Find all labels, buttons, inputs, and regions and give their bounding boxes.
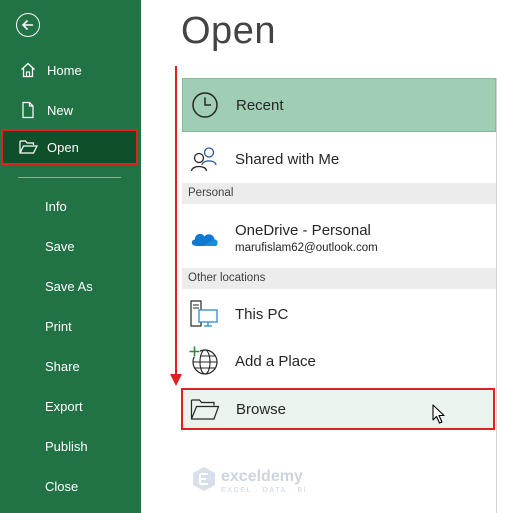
annotation-arrow-line	[175, 66, 177, 378]
browse-button[interactable]: Browse	[181, 388, 495, 430]
sidebar-item-label: Info	[45, 198, 67, 214]
annotation-arrow-head	[170, 374, 182, 386]
sidebar-item-save[interactable]: Save	[0, 228, 141, 264]
shared-with-me-label: Shared with Me	[235, 150, 340, 168]
sidebar-item-label: Home	[47, 62, 82, 78]
exceldemy-watermark: exceldemy EXCEL · DATA · BI	[192, 466, 307, 497]
sidebar-item-share[interactable]: Share	[0, 348, 141, 384]
add-a-place-location[interactable]: Add a Place	[182, 339, 496, 383]
page-title: Open	[181, 10, 276, 52]
onedrive-cloud-icon	[188, 222, 220, 254]
sidebar-item-close[interactable]: Close	[0, 468, 141, 504]
sidebar-item-label: Export	[45, 398, 83, 414]
new-document-icon	[18, 100, 38, 120]
this-pc-location[interactable]: This PC	[182, 292, 496, 336]
this-pc-icon	[188, 298, 220, 330]
sidebar-item-label: New	[47, 102, 74, 118]
sidebar-item-new[interactable]: New	[0, 92, 141, 128]
add-a-place-label: Add a Place	[235, 352, 316, 370]
sidebar-item-home[interactable]: Home	[0, 52, 141, 88]
sidebar-item-label: Publish	[45, 438, 88, 454]
locations-panel-border	[496, 78, 497, 513]
watermark-tagline: EXCEL · DATA · BI	[221, 487, 308, 494]
browse-label: Browse	[236, 400, 287, 418]
other-locations-section-header: Other locations	[182, 268, 496, 289]
sidebar-item-label: Open	[47, 139, 79, 155]
sidebar-item-info[interactable]: Info	[0, 188, 141, 224]
browse-folder-icon	[189, 393, 221, 425]
sidebar-item-export[interactable]: Export	[0, 388, 141, 424]
shared-people-icon	[188, 143, 220, 175]
sidebar-divider	[18, 177, 121, 178]
home-icon	[18, 60, 38, 80]
sidebar-item-publish[interactable]: Publish	[0, 428, 141, 464]
sidebar-item-label: Print	[45, 318, 72, 334]
onedrive-label: OneDrive - Personal	[235, 222, 371, 239]
sidebar-item-label: Close	[45, 478, 79, 494]
sidebar-item-save-as[interactable]: Save As	[0, 268, 141, 304]
open-folder-icon	[18, 137, 38, 157]
shared-with-me-location[interactable]: Shared with Me	[182, 136, 496, 182]
recent-label: Recent	[236, 96, 284, 114]
onedrive-personal-location[interactable]: OneDrive - Personal marufislam62@outlook…	[182, 210, 496, 266]
onedrive-email: marufislam62@outlook.com	[235, 242, 378, 254]
personal-section-header: Personal	[182, 183, 496, 204]
backstage-sidebar: Home New Open Info Save Save As Print Sh…	[0, 0, 141, 513]
exceldemy-logo-icon	[192, 466, 216, 497]
mouse-pointer-icon	[432, 404, 446, 429]
sidebar-item-label: Save	[45, 238, 75, 254]
clock-icon	[189, 89, 221, 121]
sidebar-item-print[interactable]: Print	[0, 308, 141, 344]
sidebar-item-label: Share	[45, 358, 80, 374]
add-place-globe-icon	[188, 345, 220, 377]
sidebar-item-open[interactable]: Open	[1, 129, 138, 165]
recent-location[interactable]: Recent	[182, 78, 496, 132]
back-arrow-icon[interactable]	[16, 13, 40, 37]
sidebar-item-label: Save As	[45, 278, 93, 294]
this-pc-label: This PC	[235, 305, 289, 323]
watermark-name: exceldemy	[221, 468, 303, 485]
